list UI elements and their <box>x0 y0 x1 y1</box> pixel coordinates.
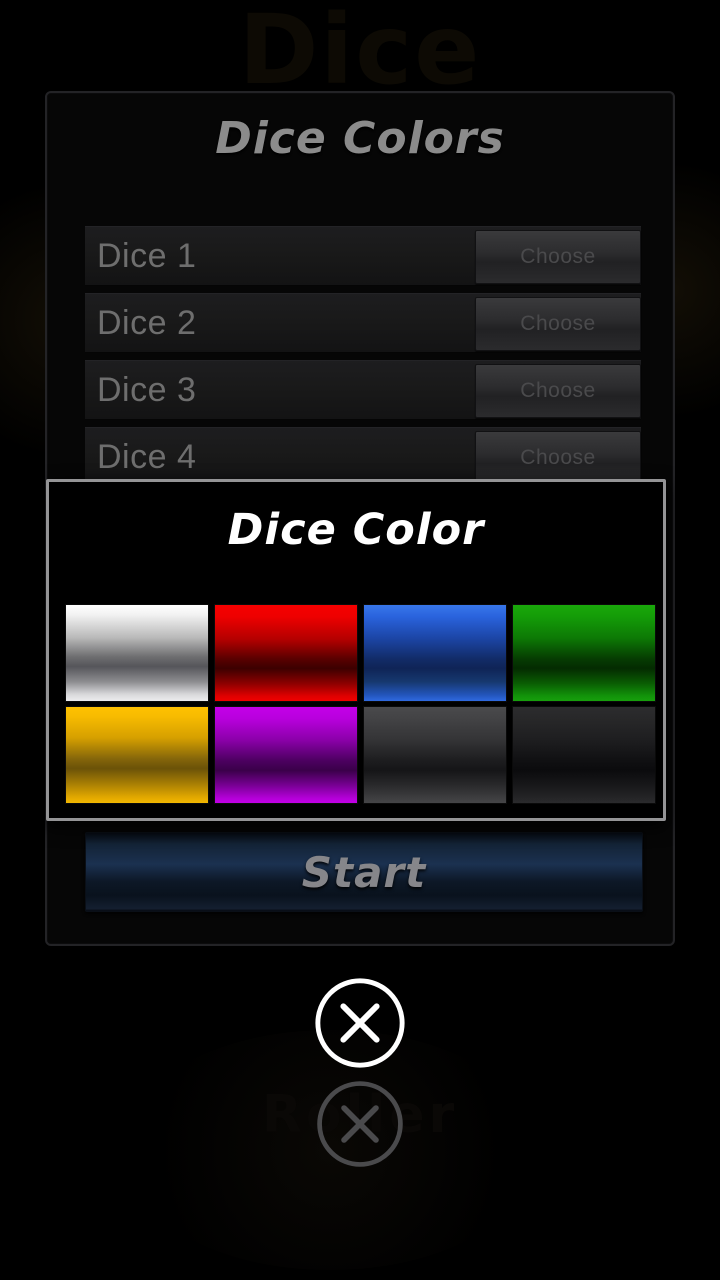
choose-button-label: Choose <box>520 245 596 268</box>
page-title: Dice Colors <box>215 113 505 164</box>
choose-button-label: Choose <box>520 312 596 335</box>
color-swatch-gray[interactable] <box>363 706 507 804</box>
close-circle-icon-reflection[interactable] <box>313 1077 407 1171</box>
dice-row-label: Dice 4 <box>97 437 197 476</box>
close-circle-icon[interactable] <box>311 974 409 1072</box>
start-button-label: Start <box>301 847 427 897</box>
color-swatch-magenta[interactable] <box>214 706 358 804</box>
dice-row[interactable]: Dice 2 Choose <box>85 293 641 353</box>
dice-row[interactable]: Dice 4 Choose <box>85 427 641 487</box>
color-swatch-red[interactable] <box>214 604 358 702</box>
dice-row-label: Dice 3 <box>97 370 197 409</box>
choose-button-label: Choose <box>520 446 596 469</box>
color-swatch-yellow[interactable] <box>65 706 209 804</box>
dice-row[interactable]: Dice 3 Choose <box>85 360 641 420</box>
color-swatch-green[interactable] <box>512 604 656 702</box>
choose-color-button-dice-4[interactable]: Choose <box>475 431 641 485</box>
dice-row-label: Dice 2 <box>97 303 197 342</box>
choose-color-button-dice-1[interactable]: Choose <box>475 230 641 284</box>
dice-list: Dice 1 Choose Dice 2 Choose Dice 3 Choos… <box>85 226 641 494</box>
dialog-title: Dice Color <box>227 505 485 555</box>
color-swatch-blue[interactable] <box>363 604 507 702</box>
choose-button-label: Choose <box>520 379 596 402</box>
choose-color-button-dice-2[interactable]: Choose <box>475 297 641 351</box>
choose-color-button-dice-3[interactable]: Choose <box>475 364 641 418</box>
color-swatch-grid <box>65 604 656 804</box>
dice-color-dialog: Dice Color <box>46 479 666 821</box>
color-swatch-black[interactable] <box>512 706 656 804</box>
color-swatch-white[interactable] <box>65 604 209 702</box>
dice-row-label: Dice 1 <box>97 236 197 275</box>
dice-row[interactable]: Dice 1 Choose <box>85 226 641 286</box>
start-button[interactable]: Start <box>85 832 643 912</box>
